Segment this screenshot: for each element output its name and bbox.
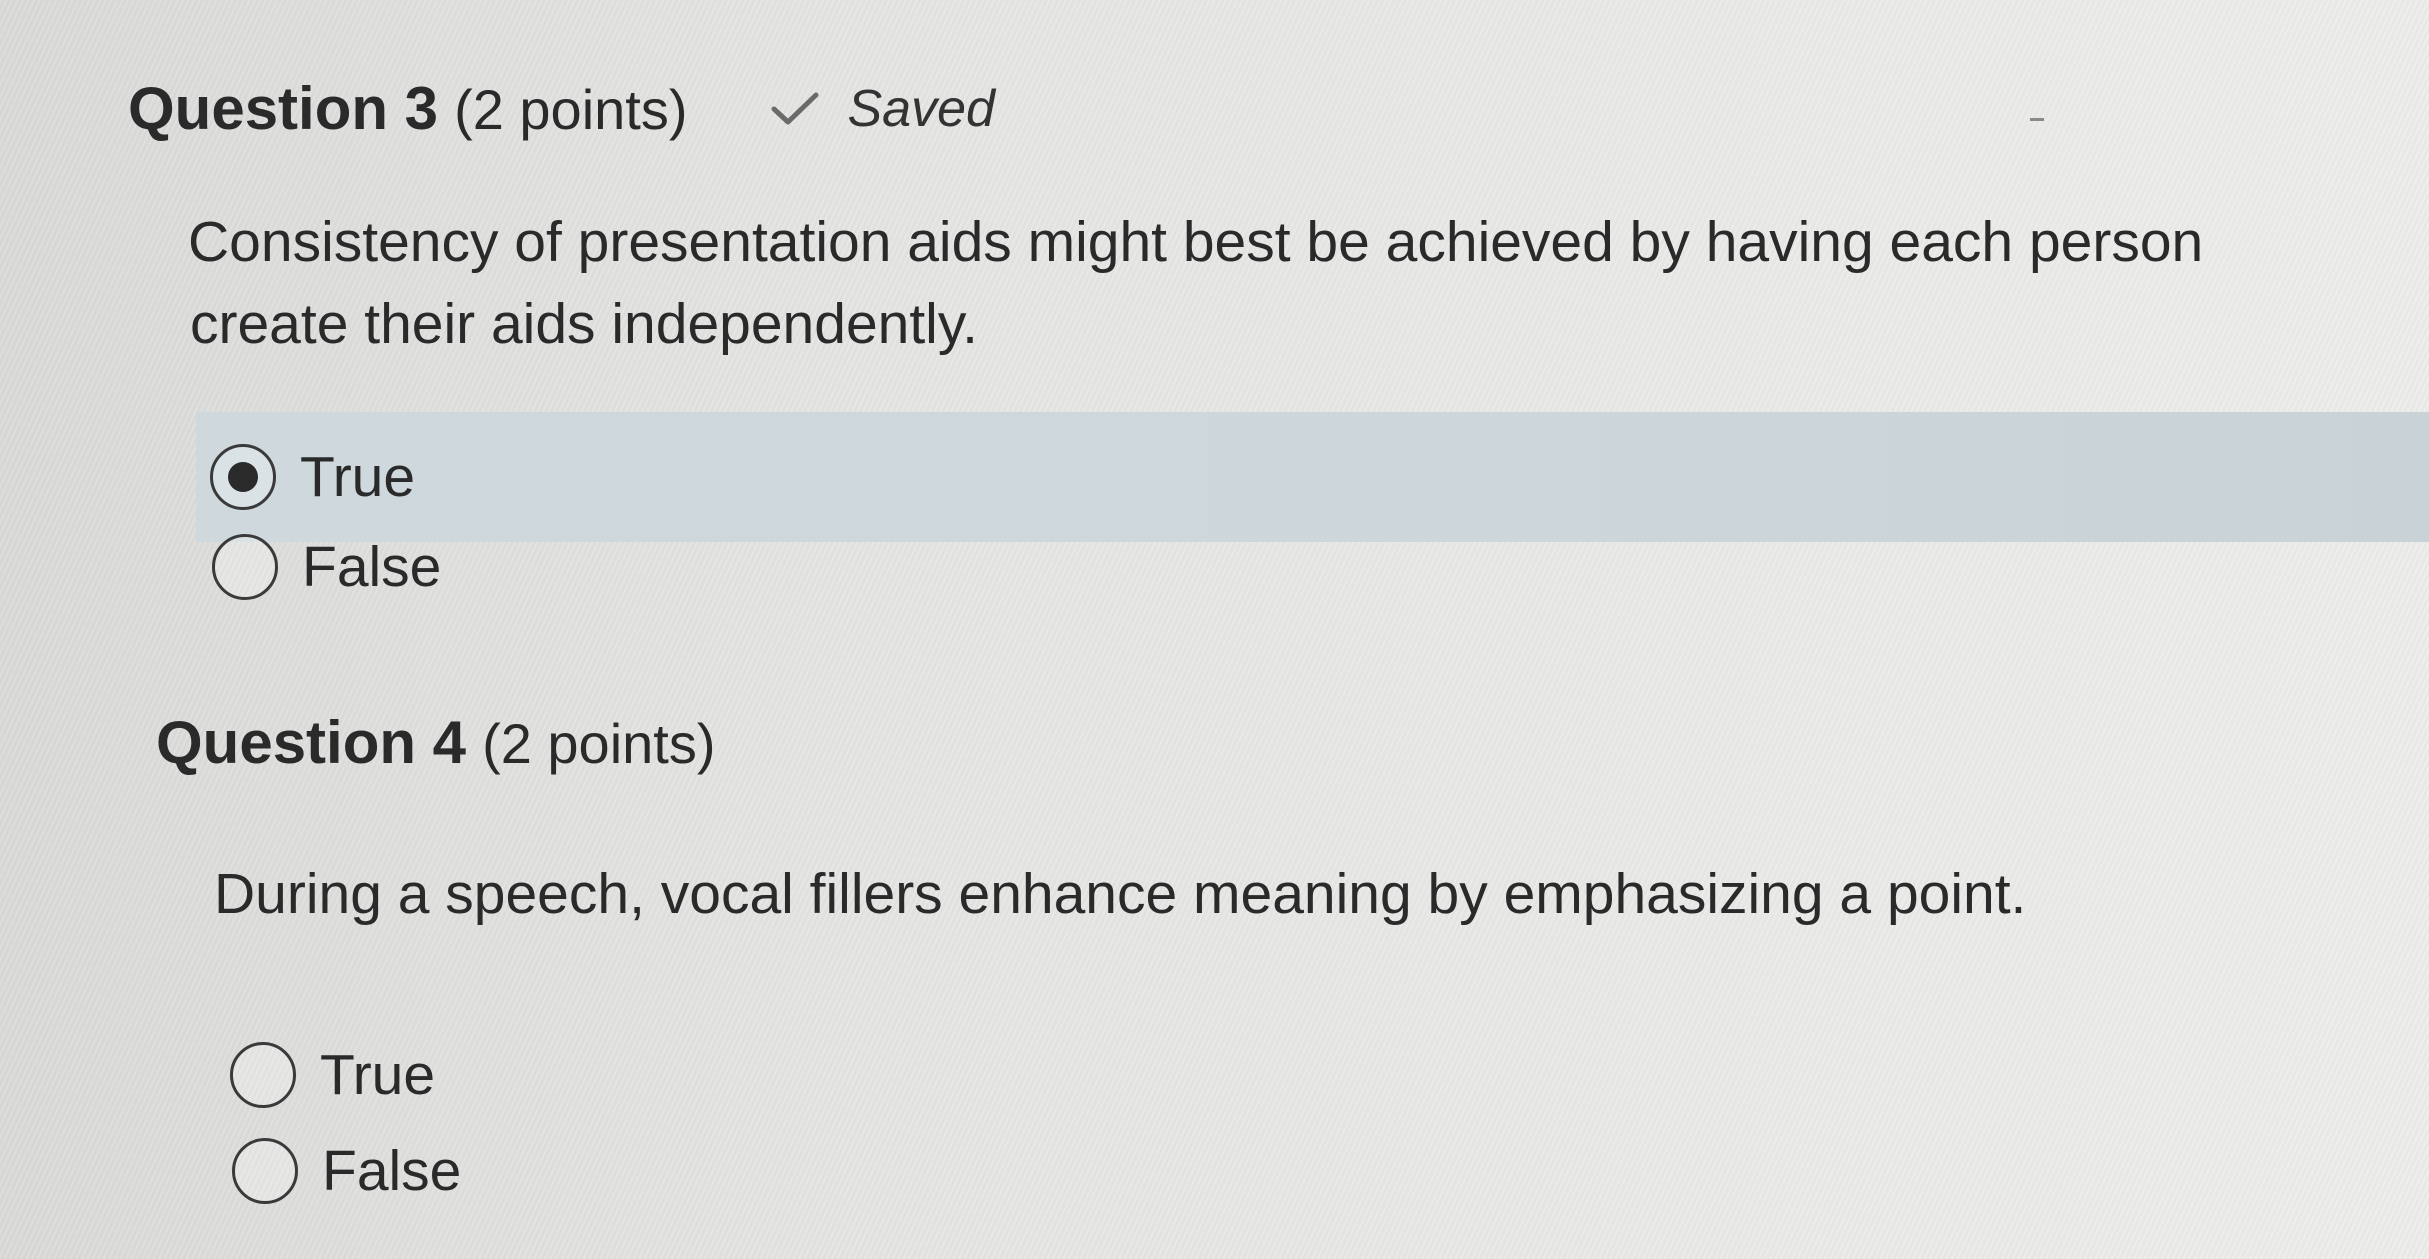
question-3-header: Question 3 (2 points) Saved [128, 74, 995, 143]
radio-empty-icon[interactable] [232, 1138, 298, 1204]
question-3-option-true[interactable]: True [196, 412, 2429, 542]
divider-mark [2030, 118, 2044, 121]
question-4-header: Question 4 (2 points) [156, 708, 716, 777]
option-label: True [320, 1043, 436, 1107]
question-3-title: Question 3 [128, 75, 439, 142]
saved-label: Saved [847, 80, 995, 138]
question-4-points: (2 points) [482, 712, 716, 775]
radio-selected-icon[interactable] [210, 444, 276, 510]
question-4-option-true[interactable]: True [230, 1040, 435, 1110]
question-3-option-false[interactable]: False [212, 532, 441, 602]
radio-empty-icon[interactable] [212, 534, 278, 600]
question-4-option-false[interactable]: False [232, 1136, 461, 1206]
question-3-points: (2 points) [454, 78, 688, 141]
option-label: True [300, 445, 416, 509]
radio-dot [228, 462, 258, 492]
question-4-title: Question 4 [156, 709, 467, 776]
option-label: False [302, 535, 442, 599]
question-3-text-line1: Consistency of presentation aids might b… [188, 210, 2204, 274]
option-label: False [322, 1139, 462, 1203]
question-3-text-line2: create their aids independently. [190, 292, 978, 356]
check-icon [771, 92, 818, 125]
radio-empty-icon[interactable] [230, 1042, 296, 1108]
quiz-page: Question 3 (2 points) Saved Consistency … [0, 0, 2429, 1259]
saved-status: Saved [770, 79, 995, 139]
question-4-text: During a speech, vocal fillers enhance m… [214, 862, 2027, 926]
